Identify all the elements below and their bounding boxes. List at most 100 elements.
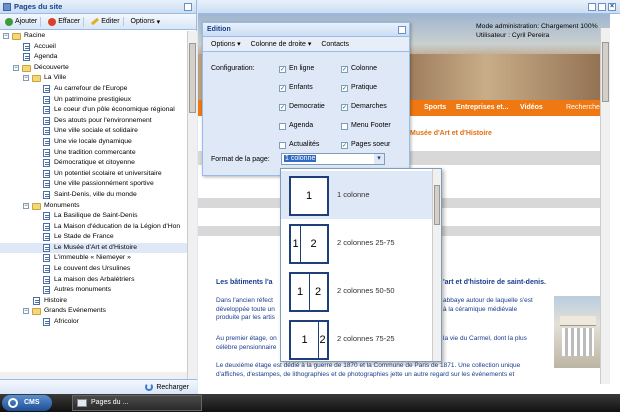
expand-toggle-icon[interactable]: − [3, 33, 9, 39]
dropdown-scroll-thumb[interactable] [434, 185, 440, 225]
dialog-close-icon[interactable] [398, 26, 406, 34]
tree-item-label: Monuments [44, 201, 80, 209]
tree-page-item[interactable]: Histoire [0, 296, 187, 307]
tree-page-item[interactable]: L'immeuble « Niemeyer » [0, 253, 187, 264]
taskbar-item[interactable]: Pages du ... [72, 395, 202, 411]
page-icon [43, 127, 50, 136]
tree-hscrollbar[interactable] [0, 372, 187, 379]
tree-page-item[interactable]: Un potentiel scolaire et universitaire [0, 169, 187, 180]
edit-button[interactable]: Editer [88, 17, 124, 26]
tree-folder-item[interactable]: − Découverte [0, 63, 187, 74]
menu-right-column-label: Colonne de droite [250, 41, 306, 48]
tree-page-item[interactable]: La Basilique de Saint-Denis [0, 211, 187, 222]
tree-page-item[interactable]: Agenda [0, 52, 187, 63]
layout-preview-icon: 1 [289, 176, 329, 216]
checkbox[interactable] [341, 123, 348, 130]
tree-page-item[interactable]: Des atouts pour l'environnement [0, 116, 187, 127]
dropdown-option[interactable]: 12 2 colonnes 75-25 [281, 315, 433, 361]
expand-toggle-icon[interactable]: − [23, 202, 29, 209]
nav-search[interactable]: Recherche [566, 100, 600, 116]
tree-page-item[interactable]: Saint-Denis, ville du monde [0, 190, 187, 201]
tree-page-item[interactable]: La maison des Arbalétriers [0, 275, 187, 286]
para1-right: abbaye autour de laquelle s'est à la cér… [443, 297, 533, 314]
options-button[interactable]: Options ▾ [128, 17, 164, 27]
tree-page-item[interactable]: Accueil [0, 42, 187, 53]
dropdown-option[interactable]: 12 2 colonnes 25-75 [281, 219, 433, 267]
para1-line3: produite par les artis [216, 314, 275, 321]
add-button[interactable]: Ajouter [2, 16, 42, 27]
checkbox[interactable]: ✓ [341, 66, 348, 73]
dropdown-option[interactable]: 1 1 colonne [281, 171, 433, 219]
reload-button[interactable]: Recharger [145, 383, 189, 391]
format-select[interactable]: 1 colonne ▾ [281, 153, 385, 165]
checkbox[interactable]: ✓ [279, 104, 286, 111]
tree-item-label: Des atouts pour l'environnement [54, 116, 152, 124]
checkbox[interactable]: ✓ [279, 66, 286, 73]
page-icon [43, 222, 50, 231]
tree-page-item[interactable]: Une vie locale dynamique [0, 137, 187, 148]
tree-folder-item[interactable]: − Racine [0, 31, 187, 42]
collapse-icon[interactable] [184, 3, 192, 11]
tree-page-item[interactable]: La Maison d'éducation de la Légion d'Hon [0, 222, 187, 233]
tree-page-item[interactable]: Africolor [0, 317, 187, 328]
minimize-icon[interactable] [588, 3, 596, 11]
tree-folder-item[interactable]: − Grands Evénements [0, 306, 187, 317]
start-button[interactable]: CMS [2, 395, 52, 411]
checkbox[interactable]: ✓ [341, 142, 348, 149]
nav-entreprises[interactable]: Entreprises et... [456, 100, 509, 116]
tree-folder-item[interactable]: − Monuments [0, 201, 187, 212]
delete-label: Effacer [58, 18, 81, 25]
dropdown-option[interactable]: 12 2 colonnes 50-50 [281, 267, 433, 315]
para1-left: Dans l'ancien réfect développée toute un… [216, 297, 275, 323]
page-icon [43, 84, 50, 93]
tree-scrollbar[interactable] [187, 31, 197, 379]
expand-toggle-icon[interactable]: − [13, 64, 19, 71]
checkbox[interactable]: ✓ [341, 85, 348, 92]
preview-panel-header: × [198, 0, 620, 14]
menu-options[interactable]: Options ▾ [211, 40, 241, 48]
layout-preview-icon: 12 [289, 320, 329, 360]
maximize-icon[interactable] [598, 3, 606, 11]
nav-videos[interactable]: Vidéos [520, 100, 543, 116]
para3-line2: d'affiches, d'estampes, de lithographies… [216, 370, 515, 378]
checkbox-label: Pages soeur [351, 141, 391, 148]
delete-button[interactable]: Effacer [45, 16, 85, 27]
checkbox[interactable] [279, 142, 286, 149]
tree-folder-item[interactable]: − La Ville [0, 73, 187, 84]
tree-page-item[interactable]: Le Musée d'Art et d'Histoire [0, 242, 187, 254]
page-icon [43, 254, 50, 263]
tree-page-item[interactable]: Une ville passionnément sportive [0, 179, 187, 190]
tree-page-item[interactable]: Un patrimoine prestigieux [0, 95, 187, 106]
tree-page-item[interactable]: Le couvent des Ursulines [0, 264, 187, 275]
tree-item-label: Histoire [44, 296, 68, 304]
menu-contacts[interactable]: Contacts [321, 41, 349, 48]
tree-page-item[interactable]: Une tradition commercante [0, 148, 187, 159]
page-icon [43, 212, 50, 221]
preview-scroll-thumb[interactable] [602, 42, 609, 102]
layout-cell-number: 1 [292, 238, 299, 250]
preview-scrollbar[interactable] [600, 28, 610, 384]
tree-item-label: Un patrimoine prestigieux [54, 95, 132, 103]
tree-page-item[interactable]: Autres monuments [0, 285, 187, 296]
expand-toggle-icon[interactable]: − [23, 75, 29, 82]
tree-page-item[interactable]: Au carrefour de l'Europe [0, 84, 187, 95]
expand-toggle-icon[interactable]: − [23, 308, 29, 315]
museum-photo [554, 296, 602, 368]
tree-page-item[interactable]: Le Stade de France [0, 232, 187, 243]
tree-scroll-thumb[interactable] [189, 43, 196, 113]
dropdown-scrollbar[interactable] [432, 169, 441, 361]
menu-right-column[interactable]: Colonne de droite ▾ [251, 40, 312, 48]
checkbox-label: Democratie [289, 103, 325, 110]
nav-sports[interactable]: Sports [424, 100, 446, 116]
taskbar-item-label: Pages du ... [91, 399, 129, 406]
close-icon[interactable]: × [608, 3, 616, 11]
tree-page-item[interactable]: Le coeur d'un pôle économique régional [0, 105, 187, 116]
tree-page-item[interactable]: Démocratique et citoyenne [0, 158, 187, 169]
tree-page-item[interactable]: Une ville sociale et solidaire [0, 126, 187, 137]
checkbox[interactable] [279, 123, 286, 130]
para3-line1: Le deuxième étage est dédié à la guerre … [216, 362, 521, 369]
chevron-down-icon[interactable]: ▾ [374, 154, 384, 164]
checkbox[interactable]: ✓ [279, 85, 286, 92]
checkbox-label: Actualités [289, 141, 320, 148]
checkbox[interactable]: ✓ [341, 104, 348, 111]
